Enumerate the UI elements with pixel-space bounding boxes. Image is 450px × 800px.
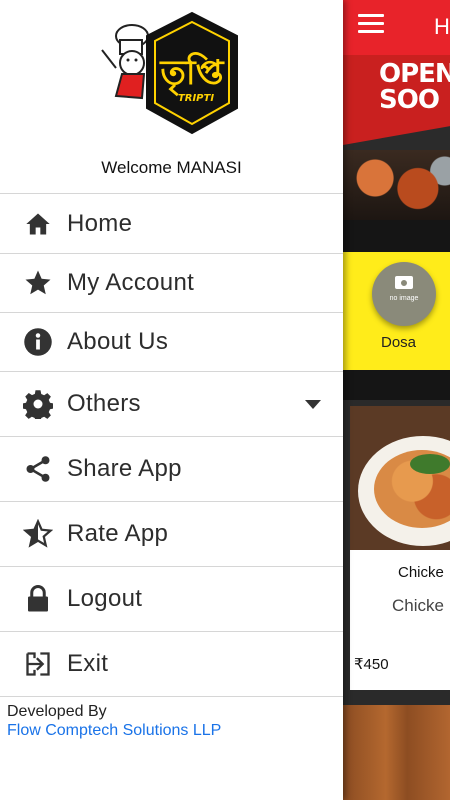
star-half-icon	[22, 518, 54, 550]
food-card[interactable]: Chicke Chicke ₹450	[350, 406, 450, 690]
tripti-logo: তৃপ্তি TRIPTI	[101, 11, 238, 135]
developed-by-label: Developed By	[7, 703, 107, 720]
drawer-menu: Home My Account About Us Others Share Ap…	[0, 193, 343, 696]
banner-text: OPEN SOO	[379, 59, 450, 115]
drawer-footer: Developed By Flow Comptech Solutions LLP	[7, 702, 221, 741]
menu-label: Share App	[67, 455, 182, 482]
app-bar-title: H	[434, 14, 450, 39]
menu-label: Rate App	[67, 520, 169, 547]
drawer-header: তৃপ্তি TRIPTI Welcome MANASI	[0, 0, 343, 193]
menu-item-logout[interactable]: Logout	[0, 566, 343, 631]
chef-icon	[101, 24, 149, 100]
menu-item-my-account[interactable]: My Account	[0, 253, 343, 312]
info-icon	[22, 326, 54, 358]
welcome-text: Welcome MANASI	[101, 158, 242, 177]
share-icon	[22, 453, 54, 485]
menu-item-exit[interactable]: Exit	[0, 631, 343, 696]
camera-icon	[395, 276, 413, 289]
home-icon	[22, 208, 54, 240]
menu-item-about-us[interactable]: About Us	[0, 312, 343, 371]
menu-label: Exit	[67, 650, 109, 677]
menu-label: My Account	[67, 269, 195, 296]
wood-background-card	[343, 705, 450, 800]
menu-label: Home	[67, 209, 133, 237]
category-label: Dosa	[381, 334, 417, 351]
food-title: Chicke	[398, 564, 444, 581]
menu-item-home[interactable]: Home	[0, 193, 343, 253]
navigation-drawer: তৃপ্তি TRIPTI Welcome MANASI Home My Acc…	[0, 0, 343, 800]
category-image-placeholder: no image	[372, 262, 436, 326]
food-subtitle: Chicke	[392, 596, 444, 615]
svg-text:TRIPTI: TRIPTI	[178, 93, 214, 104]
lock-icon	[22, 583, 54, 615]
menu-label: Logout	[67, 585, 143, 612]
banner-food-image	[343, 150, 450, 220]
chevron-down-icon[interactable]	[305, 399, 321, 409]
promo-banner[interactable]: OPEN SOO	[343, 55, 450, 220]
star-icon	[22, 267, 54, 299]
hamburger-menu-icon[interactable]	[358, 14, 384, 34]
svg-text:তৃপ্তি: তৃপ্তি	[159, 52, 224, 97]
menu-item-share-app[interactable]: Share App	[0, 436, 343, 501]
menu-item-rate-app[interactable]: Rate App	[0, 501, 343, 566]
food-image	[350, 406, 450, 550]
exit-icon	[22, 648, 54, 680]
food-price: ₹450	[354, 656, 389, 673]
menu-item-others[interactable]: Others	[0, 371, 343, 436]
menu-label: About Us	[67, 328, 169, 355]
divider	[0, 696, 343, 697]
developer-link[interactable]: Flow Comptech Solutions LLP	[7, 721, 221, 741]
gear-icon	[22, 388, 54, 420]
menu-label: Others	[67, 390, 141, 417]
